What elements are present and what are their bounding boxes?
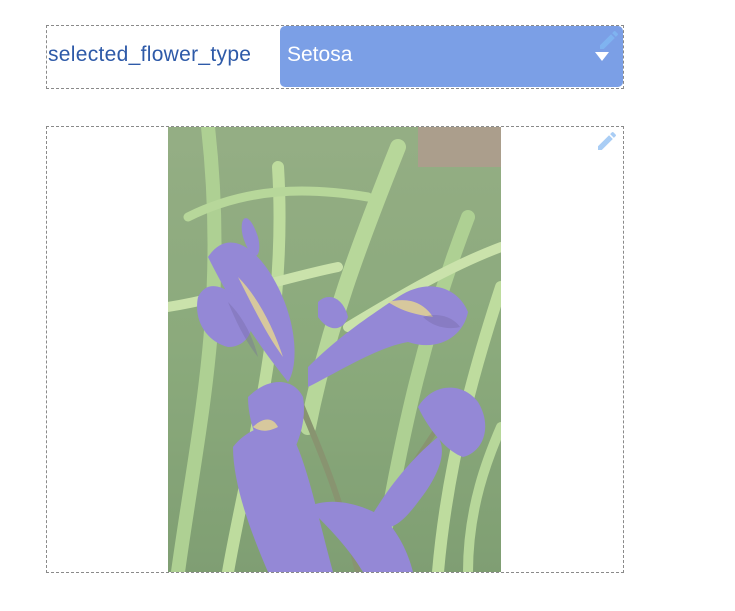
field-label: selected_flower_type: [48, 43, 252, 66]
flower-type-select[interactable]: Setosa: [280, 26, 623, 87]
pencil-icon[interactable]: [597, 28, 621, 52]
flower-type-widget: selected_flower_type Setosa: [46, 25, 624, 89]
pencil-icon[interactable]: [595, 129, 619, 153]
selected-value: Setosa: [287, 43, 353, 66]
image-widget: [46, 126, 624, 573]
iris-flower-image: [168, 127, 501, 572]
caret-down-icon: [595, 52, 609, 61]
